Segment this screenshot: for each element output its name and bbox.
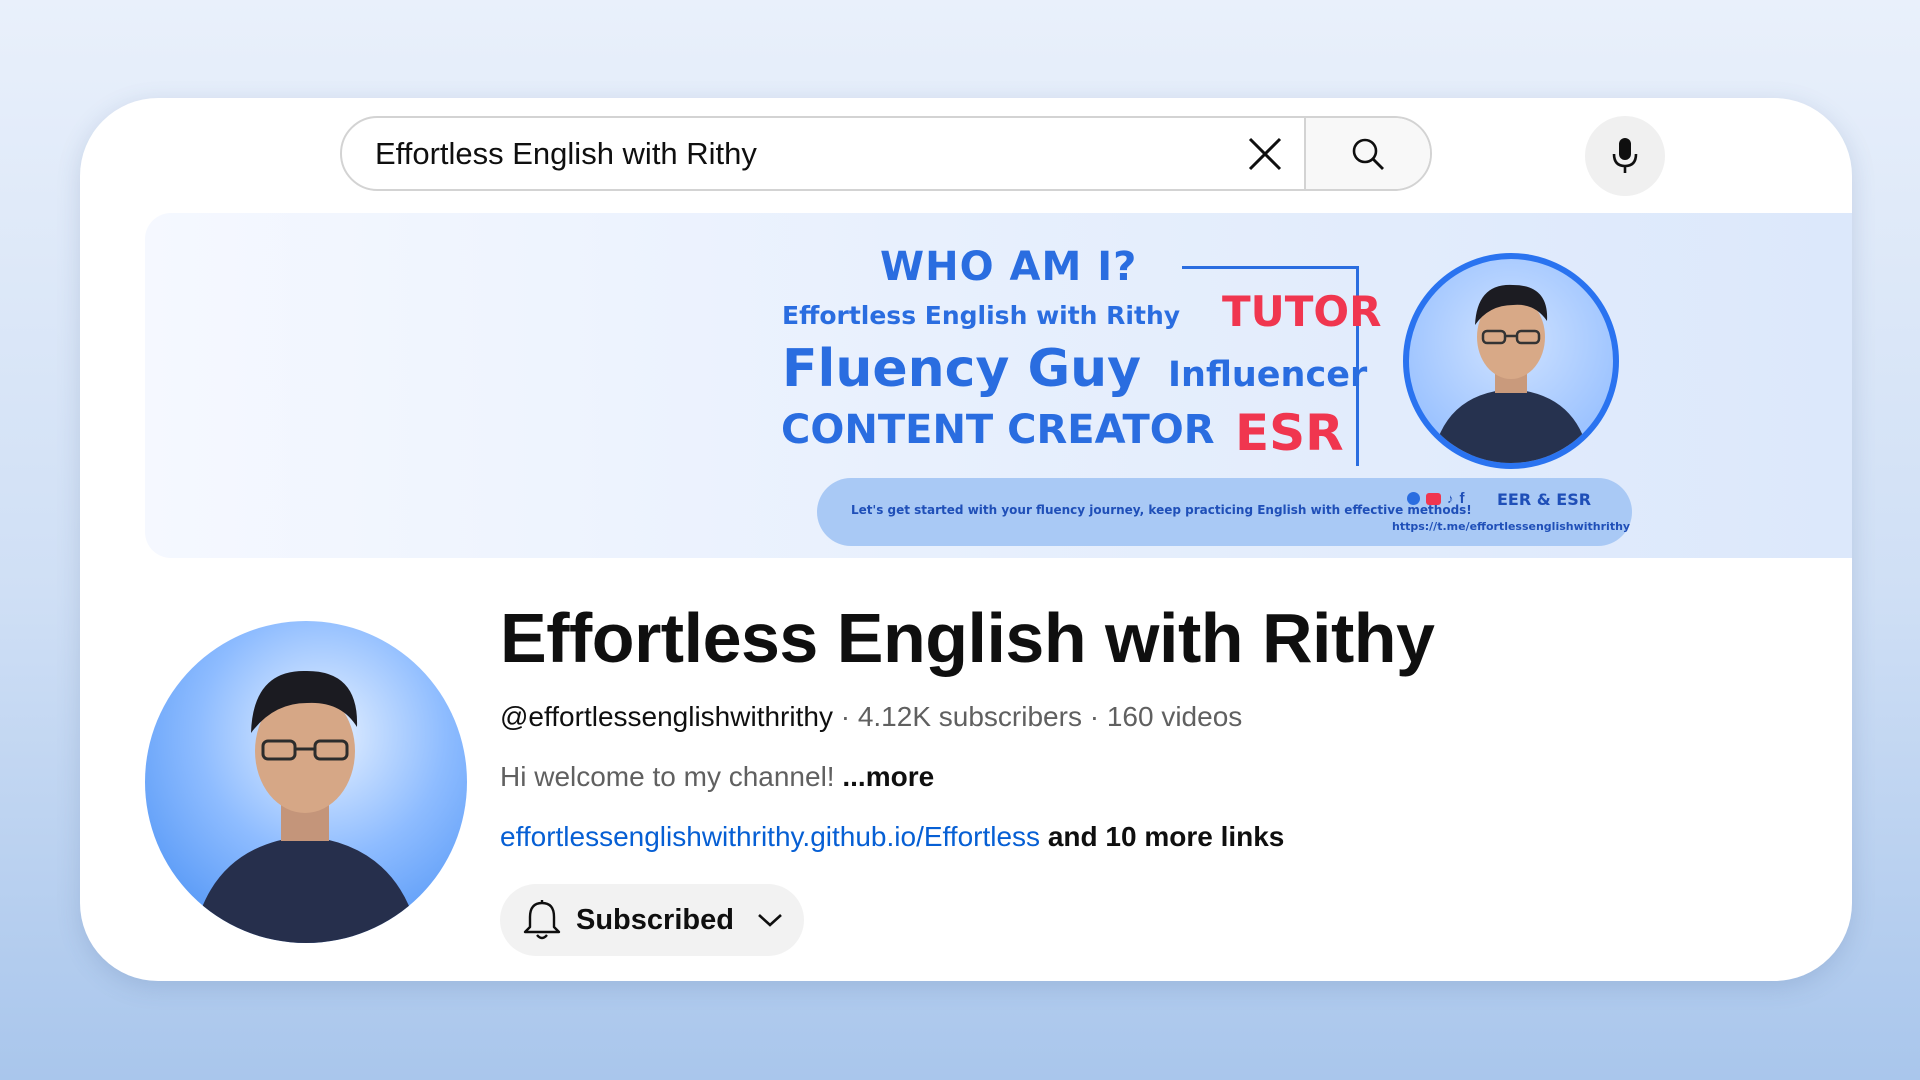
person-silhouette-icon [1431,284,1591,463]
telegram-icon [1407,492,1420,505]
banner-who-am-i: WHO AM I? [880,244,1138,290]
channel-links: effortlessenglishwithrithy.github.io/Eff… [500,821,1284,853]
banner-info-pill: Let's get started with your fluency jour… [817,478,1632,546]
chevron-down-icon [758,914,782,927]
channel-page-card: WHO AM I? Effortless English with Rithy … [80,98,1852,981]
search-input[interactable] [342,118,1226,189]
channel-description: Hi welcome to my channel! ...more [500,761,934,793]
clear-search-button[interactable] [1226,118,1304,189]
banner-divider-horizontal [1182,266,1358,269]
subscribed-label: Subscribed [576,903,734,936]
channel-handle: @effortlessenglishwithrithy [500,701,833,732]
youtube-icon [1426,492,1441,505]
search-button[interactable] [1304,118,1430,189]
banner-tutor: TUTOR [1222,287,1382,336]
bell-icon [523,900,561,940]
channel-meta: @effortlessenglishwithrithy · 4.12K subs… [500,701,1242,733]
close-icon [1248,137,1282,170]
search-icon [1352,138,1384,170]
channel-avatar[interactable] [145,621,467,943]
banner-esr: ESR [1235,404,1344,462]
description-text: Hi welcome to my channel! [500,761,843,792]
person-silhouette-icon [192,670,421,943]
banner-influencer: Influencer [1168,355,1368,395]
more-button[interactable]: ...more [842,761,934,792]
voice-search-button[interactable] [1585,116,1665,196]
search-bar [340,116,1432,191]
meta-separator: · [1081,701,1107,732]
subscriber-count: 4.12K subscribers [857,701,1082,732]
banner-portrait [1403,253,1619,469]
facebook-icon: f [1459,490,1465,507]
banner-tagline: Let's get started with your fluency jour… [851,503,1472,517]
banner-content-creator: CONTENT CREATOR [781,407,1215,453]
tiktok-icon: ♪ [1447,491,1454,506]
channel-title: Effortless English with Rithy [500,599,1435,677]
more-links-button[interactable]: and 10 more links [1040,821,1285,852]
video-count: 160 videos [1106,701,1243,732]
social-icons: ♪ f [1407,490,1465,507]
banner-social-label: EER & ESR [1497,490,1592,509]
meta-separator: · [832,701,858,732]
banner-link: https://t.me/effortlessenglishwithrithy [1392,520,1631,533]
channel-link[interactable]: effortlessenglishwithrithy.github.io/Eff… [500,821,1040,852]
banner-channel-name: Effortless English with Rithy [782,301,1181,330]
subscribed-button[interactable]: Subscribed [500,884,804,956]
microphone-icon [1612,138,1638,173]
banner-fluency-guy: Fluency Guy [782,339,1142,399]
channel-banner: WHO AM I? Effortless English with Rithy … [145,213,1852,558]
